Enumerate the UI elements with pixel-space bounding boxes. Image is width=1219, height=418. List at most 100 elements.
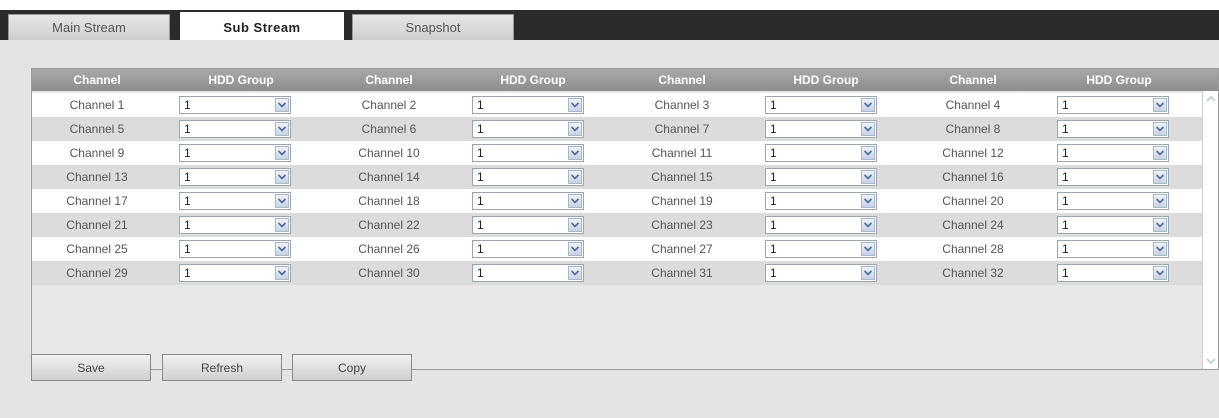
hdd-group-select[interactable]: 1	[179, 216, 291, 234]
hdd-group-select[interactable]: 1	[765, 264, 877, 282]
hdd-group-select[interactable]: 1	[472, 216, 584, 234]
scroll-up-icon[interactable]	[1206, 95, 1216, 103]
chevron-down-icon[interactable]	[275, 266, 289, 280]
hdd-group-select[interactable]: 1	[472, 264, 584, 282]
hdd-group-select[interactable]: 1	[765, 168, 877, 186]
chevron-down-icon[interactable]	[568, 266, 582, 280]
chevron-down-icon[interactable]	[568, 194, 582, 208]
chevron-down-icon[interactable]	[1153, 98, 1167, 112]
hdd-group-value: 1	[477, 170, 484, 184]
channel-label: Channel 27	[651, 242, 713, 256]
hdd-group-select[interactable]: 1	[179, 192, 291, 210]
hdd-group-select[interactable]: 1	[179, 144, 291, 162]
hdd-group-select[interactable]: 1	[179, 120, 291, 138]
chevron-down-icon[interactable]	[861, 266, 875, 280]
chevron-down-icon[interactable]	[568, 122, 582, 136]
scroll-down-icon[interactable]	[1206, 357, 1216, 365]
chevron-down-icon[interactable]	[1153, 266, 1167, 280]
chevron-down-icon[interactable]	[275, 218, 289, 232]
hdd-group-select[interactable]: 1	[472, 240, 584, 258]
hdd-group-select[interactable]: 1	[472, 120, 584, 138]
chevron-down-icon[interactable]	[861, 242, 875, 256]
hdd-group-value: 1	[477, 98, 484, 112]
chevron-down-icon[interactable]	[861, 218, 875, 232]
hdd-group-value: 1	[477, 146, 484, 160]
chevron-down-icon[interactable]	[1153, 146, 1167, 160]
chevron-down-icon[interactable]	[861, 194, 875, 208]
hdd-group-select[interactable]: 1	[472, 168, 584, 186]
channel-label: Channel 23	[651, 218, 713, 232]
hdd-group-select[interactable]: 1	[1057, 144, 1169, 162]
hdd-group-select[interactable]: 1	[765, 96, 877, 114]
hdd-group-select[interactable]: 1	[1057, 240, 1169, 258]
refresh-button[interactable]: Refresh	[162, 354, 282, 381]
hdd-group-value: 1	[1062, 266, 1069, 280]
table-header: Channel HDD Group Channel HDD Group Chan…	[32, 69, 1218, 91]
chevron-down-icon[interactable]	[275, 122, 289, 136]
chevron-down-icon[interactable]	[568, 170, 582, 184]
chevron-down-icon[interactable]	[275, 170, 289, 184]
hdd-group-select[interactable]: 1	[472, 192, 584, 210]
chevron-down-icon[interactable]	[1153, 122, 1167, 136]
chevron-down-icon[interactable]	[275, 98, 289, 112]
chevron-down-icon[interactable]	[568, 98, 582, 112]
hdd-group-select[interactable]: 1	[765, 240, 877, 258]
tab-main-stream[interactable]: Main Stream	[8, 14, 170, 40]
hdd-group-select[interactable]: 1	[472, 144, 584, 162]
chevron-down-icon[interactable]	[861, 122, 875, 136]
tab-sub-stream[interactable]: Sub Stream	[180, 12, 344, 42]
tab-snapshot[interactable]: Snapshot	[352, 14, 514, 40]
hdd-group-select[interactable]: 1	[179, 96, 291, 114]
chevron-down-icon[interactable]	[861, 98, 875, 112]
chevron-down-icon[interactable]	[1153, 218, 1167, 232]
channel-label: Channel 32	[942, 266, 1004, 280]
channel-label: Channel 29	[66, 266, 128, 280]
hdd-group-value: 1	[1062, 194, 1069, 208]
chevron-down-icon[interactable]	[568, 146, 582, 160]
hdd-group-select[interactable]: 1	[179, 264, 291, 282]
chevron-down-icon[interactable]	[861, 146, 875, 160]
table-row: Channel 9 1 Channel 10 1 Channel 11 1 Channel …	[32, 141, 1202, 165]
chevron-down-icon[interactable]	[861, 170, 875, 184]
hdd-group-select[interactable]: 1	[1057, 216, 1169, 234]
hdd-group-select[interactable]: 1	[1057, 192, 1169, 210]
hdd-group-select[interactable]: 1	[765, 192, 877, 210]
chevron-down-icon[interactable]	[568, 242, 582, 256]
table-row: Channel 13 1 Channel 14 1 Channel 15 1 Channel…	[32, 165, 1202, 189]
hdd-group-value: 1	[184, 242, 191, 256]
hdd-group-select[interactable]: 1	[179, 168, 291, 186]
header-channel: Channel	[658, 73, 706, 87]
hdd-group-select[interactable]: 1	[765, 120, 877, 138]
hdd-group-value: 1	[184, 266, 191, 280]
vertical-scrollbar[interactable]	[1202, 91, 1218, 369]
hdd-group-value: 1	[1062, 170, 1069, 184]
copy-button[interactable]: Copy	[292, 354, 412, 381]
chevron-down-icon[interactable]	[568, 218, 582, 232]
hdd-group-select[interactable]: 1	[1057, 96, 1169, 114]
chevron-down-icon[interactable]	[1153, 242, 1167, 256]
hdd-group-value: 1	[770, 170, 777, 184]
channel-label: Channel 2	[361, 98, 417, 112]
hdd-group-select[interactable]: 1	[1057, 264, 1169, 282]
hdd-group-value: 1	[1062, 122, 1069, 136]
chevron-down-icon[interactable]	[275, 194, 289, 208]
channel-label: Channel 24	[942, 218, 1004, 232]
hdd-group-select[interactable]: 1	[179, 240, 291, 258]
header-hdd-group: HDD Group	[793, 73, 859, 87]
channel-label: Channel 25	[66, 242, 128, 256]
hdd-group-select[interactable]: 1	[472, 96, 584, 114]
channel-label: Channel 7	[654, 122, 710, 136]
hdd-group-select[interactable]: 1	[765, 144, 877, 162]
chevron-down-icon[interactable]	[1153, 170, 1167, 184]
save-button[interactable]: Save	[31, 354, 151, 381]
hdd-group-select[interactable]: 1	[765, 216, 877, 234]
hdd-group-select[interactable]: 1	[1057, 168, 1169, 186]
chevron-down-icon[interactable]	[1153, 194, 1167, 208]
chevron-down-icon[interactable]	[275, 242, 289, 256]
hdd-group-value: 1	[184, 146, 191, 160]
channel-label: Channel 28	[942, 242, 1004, 256]
chevron-down-icon[interactable]	[275, 146, 289, 160]
hdd-group-select[interactable]: 1	[1057, 120, 1169, 138]
hdd-group-value: 1	[477, 194, 484, 208]
header-channel: Channel	[73, 73, 121, 87]
